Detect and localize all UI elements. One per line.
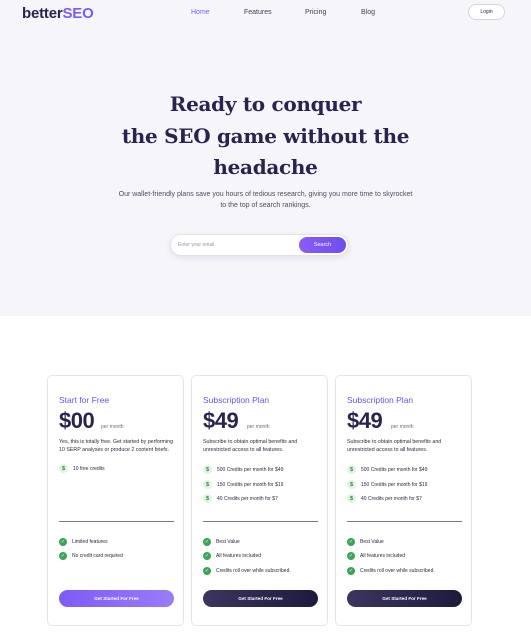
- credit-text: 150 Credits per month for $19: [361, 481, 428, 488]
- feature-text: All features included: [216, 552, 262, 559]
- nav-features[interactable]: Features: [244, 9, 272, 16]
- check-icon: ✓: [203, 551, 211, 560]
- pricing-card-subscription: Subscription Plan $49 per month Subscrib…: [335, 375, 472, 626]
- dollar-icon: $: [203, 494, 212, 503]
- check-icon: ✓: [347, 566, 355, 575]
- feature-text: Credits roll over while subscribed: [360, 567, 434, 574]
- hero-section: betterSEO Home Features Pricing Blog Log…: [0, 0, 531, 316]
- feature-item: ✓ Credits roll over while subscribed: [347, 566, 433, 575]
- credit-item: $ 10 free credits: [59, 464, 105, 473]
- divider: [59, 521, 174, 522]
- pricing-card-subscription: Subscription Plan $49 per month Subscrib…: [191, 375, 328, 626]
- feature-item: ✓ All features included: [203, 551, 261, 560]
- feature-text: All features included: [360, 552, 406, 559]
- check-icon: ✓: [203, 537, 211, 546]
- search-button[interactable]: Search: [299, 237, 346, 253]
- divider: [347, 521, 462, 522]
- credit-item: $ 150 Credits per month for $19: [347, 480, 427, 489]
- hero-title-line: Ready to conquer: [169, 92, 362, 116]
- nav-home[interactable]: Home: [191, 9, 210, 16]
- credit-text: 500 Credits per month for $49: [361, 466, 428, 473]
- check-icon: ✓: [59, 537, 67, 546]
- feature-text: Credits roll over while subscribed: [216, 567, 290, 574]
- feature-text: Limited features: [72, 538, 108, 545]
- email-search-bar: Search: [170, 234, 349, 256]
- feature-item: ✓ No credit card required: [59, 551, 123, 560]
- dollar-icon: $: [347, 465, 356, 474]
- hero-title: Ready to conquer the SEO game without th…: [100, 89, 431, 184]
- check-icon: ✓: [59, 551, 67, 560]
- get-started-button[interactable]: Get Started For Free: [203, 590, 318, 607]
- plan-description: Yes, this is totally free. Get started b…: [59, 439, 174, 454]
- plan-price: $00: [59, 408, 95, 433]
- feature-item: ✓ Best Value: [203, 537, 240, 546]
- credit-text: 500 Credits per month for $49: [217, 466, 284, 473]
- check-icon: ✓: [203, 566, 211, 575]
- logo-text-accent: SEO: [62, 5, 94, 22]
- dollar-icon: $: [347, 494, 356, 503]
- get-started-button[interactable]: Get Started For Free: [347, 590, 462, 607]
- feature-item: ✓ All features included: [347, 551, 405, 560]
- dollar-icon: $: [59, 464, 68, 473]
- credit-item: $ 500 Credits per month for $49: [203, 465, 283, 474]
- nav-pricing[interactable]: Pricing: [305, 9, 326, 16]
- credit-text: 40 Credits per month for $7: [361, 495, 422, 502]
- divider: [203, 521, 318, 522]
- credit-item: $ 150 Credits per month for $19: [203, 480, 283, 489]
- plan-description: Subscribe to obtain optimal benefits and…: [203, 439, 298, 454]
- credit-text: 10 free credits: [73, 465, 105, 472]
- feature-item: ✓ Limited features: [59, 537, 108, 546]
- dollar-icon: $: [203, 465, 212, 474]
- feature-text: Best Value: [360, 538, 384, 545]
- plan-price: $49: [203, 408, 239, 433]
- plan-title: Subscription Plan: [347, 395, 414, 405]
- logo-text-primary: better: [22, 5, 63, 22]
- plan-price: $49: [347, 408, 383, 433]
- plan-title: Start for Free: [59, 395, 110, 405]
- credit-item: $ 500 Credits per month for $49: [347, 465, 427, 474]
- plan-period: per month: [247, 424, 270, 430]
- check-icon: ✓: [347, 551, 355, 560]
- credit-item: $ 40 Credits per month for $7: [347, 494, 422, 503]
- feature-text: Best Value: [216, 538, 240, 545]
- feature-item: ✓ Credits roll over while subscribed: [203, 566, 289, 575]
- plan-title: Subscription Plan: [203, 395, 270, 405]
- plan-period: per month: [391, 424, 414, 430]
- credit-text: 150 Credits per month for $19: [217, 481, 284, 488]
- credit-text: 40 Credits per month for $7: [217, 495, 278, 502]
- get-started-button[interactable]: Get Started For Free: [59, 590, 174, 607]
- pricing-card-free: Start for Free $00 per month Yes, this i…: [47, 375, 184, 626]
- dollar-icon: $: [203, 480, 212, 489]
- email-input[interactable]: [178, 239, 296, 251]
- credit-item: $ 40 Credits per month for $7: [203, 494, 278, 503]
- feature-item: ✓ Best Value: [347, 537, 384, 546]
- login-button[interactable]: Login: [468, 4, 505, 20]
- hero-subtitle: Our wallet-friendly plans save you hours…: [118, 191, 413, 209]
- nav-blog[interactable]: Blog: [361, 9, 375, 16]
- check-icon: ✓: [347, 537, 355, 546]
- dollar-icon: $: [347, 480, 356, 489]
- hero-title-line: headache: [213, 155, 318, 179]
- plan-description: Subscribe to obtain optimal benefits and…: [347, 439, 442, 454]
- logo[interactable]: betterSEO: [22, 5, 94, 22]
- hero-title-line: the SEO game without the: [121, 123, 410, 148]
- plan-period: per month: [101, 424, 124, 430]
- feature-text: No credit card required: [72, 552, 123, 559]
